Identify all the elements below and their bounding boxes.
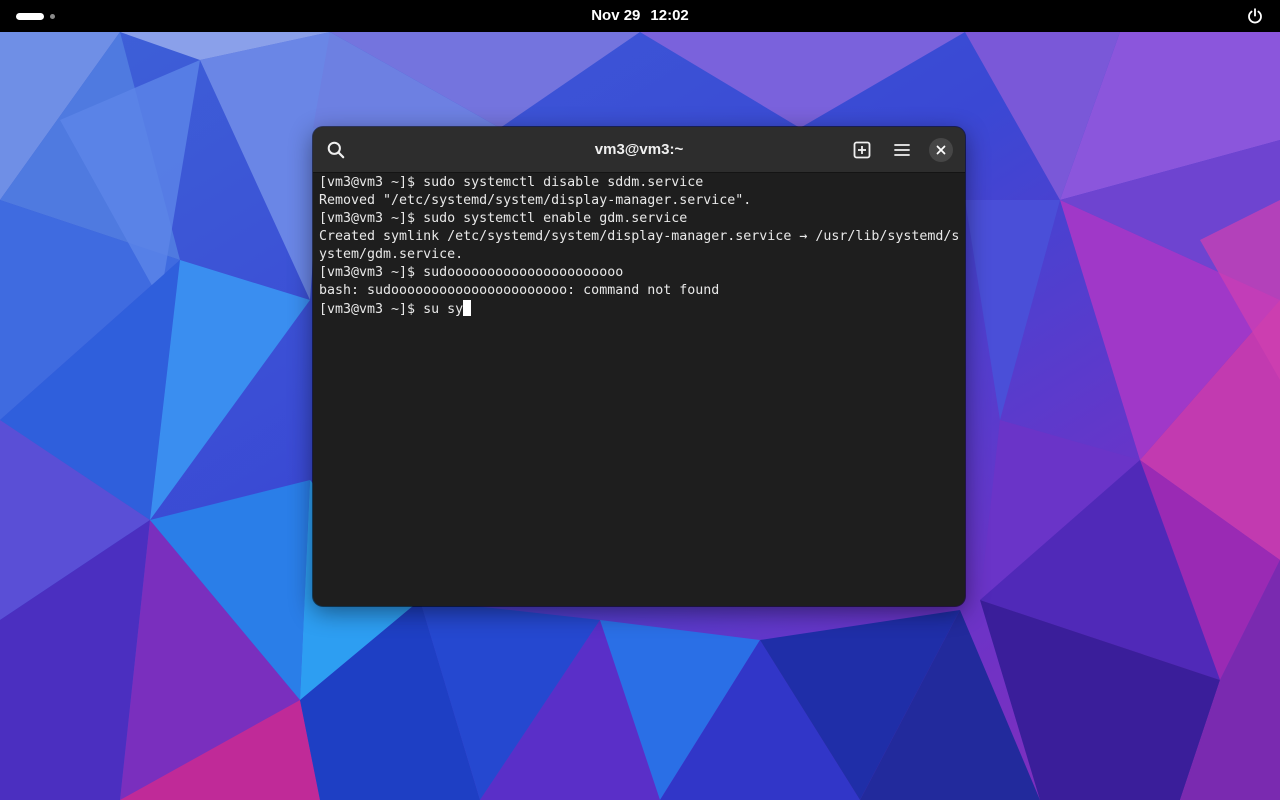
date-time-clock[interactable]: Nov 29 12:02 bbox=[540, 0, 740, 32]
power-icon bbox=[1248, 8, 1262, 24]
terminal-line: Created symlink /etc/systemd/system/disp… bbox=[319, 229, 959, 244]
close-button[interactable] bbox=[929, 138, 953, 162]
new-tab-icon bbox=[853, 141, 871, 159]
workspace-indicator-dot bbox=[50, 14, 55, 19]
workspace-indicator-active bbox=[16, 13, 44, 20]
clock-time: 12:02 bbox=[650, 7, 689, 24]
terminal-line: bash: sudoooooooooooooooooooooo: command… bbox=[319, 283, 720, 298]
main-menu-button[interactable] bbox=[886, 134, 918, 166]
current-command-input: [vm3@vm3 ~]$ su sy bbox=[319, 302, 464, 317]
terminal-output[interactable]: [vm3@vm3 ~]$ sudo systemctl disable sddm… bbox=[319, 174, 959, 600]
text-cursor bbox=[463, 300, 472, 316]
search-button[interactable] bbox=[320, 134, 352, 166]
system-menu-button[interactable] bbox=[1242, 4, 1268, 28]
terminal-headerbar: vm3@vm3:~ bbox=[313, 127, 965, 173]
activities-button[interactable] bbox=[8, 6, 64, 26]
window-title: vm3@vm3:~ bbox=[594, 141, 684, 158]
terminal-line: Removed "/etc/systemd/system/display-man… bbox=[319, 193, 752, 208]
search-icon bbox=[327, 141, 345, 159]
hamburger-menu-icon bbox=[894, 144, 910, 156]
terminal-prompt-line[interactable]: [vm3@vm3 ~]$ su sy bbox=[319, 300, 959, 318]
terminal-line: ystem/gdm.service. bbox=[319, 247, 464, 262]
terminal-line: [vm3@vm3 ~]$ sudo systemctl disable sddm… bbox=[319, 175, 704, 190]
terminal-window: vm3@vm3:~ [vm3@vm3 ~]$ sudo systemctl di… bbox=[313, 127, 965, 606]
close-icon bbox=[936, 145, 946, 155]
new-tab-button[interactable] bbox=[846, 134, 878, 166]
top-bar: Nov 29 12:02 bbox=[0, 0, 1280, 32]
terminal-line: [vm3@vm3 ~]$ sudoooooooooooooooooooooo bbox=[319, 265, 624, 280]
clock-date: Nov 29 bbox=[591, 7, 641, 24]
terminal-line: [vm3@vm3 ~]$ sudo systemctl enable gdm.s… bbox=[319, 211, 688, 226]
